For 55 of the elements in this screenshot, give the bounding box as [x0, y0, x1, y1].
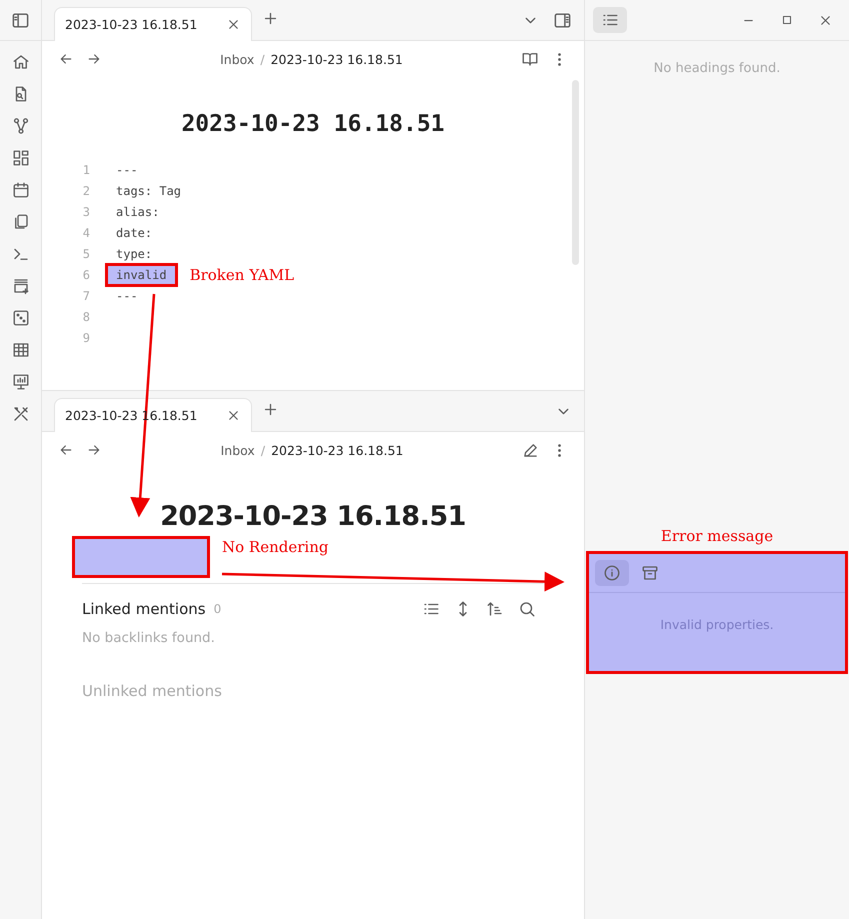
breadcrumb-separator: / [260, 442, 266, 458]
card-plus-icon[interactable] [12, 277, 30, 295]
sort-icon[interactable] [486, 600, 504, 618]
grid-icon[interactable] [12, 149, 30, 167]
home-icon[interactable] [12, 53, 30, 71]
graph-icon[interactable] [12, 117, 30, 135]
line-number: 7 [82, 288, 91, 302]
breadcrumb-file[interactable]: 2023-10-23 16.18.51 [270, 52, 403, 66]
line-number: 3 [82, 204, 91, 218]
error-message: Invalid properties. [659, 617, 775, 632]
breadcrumb-separator: / [260, 52, 265, 66]
line-number: 8 [82, 310, 91, 324]
panel-tab[interactable] [595, 560, 629, 586]
sidebar-toggle-icon[interactable] [11, 10, 30, 30]
archive-icon[interactable] [641, 564, 659, 582]
line-number: 6 [82, 268, 91, 282]
note-title: 2023-10-23 16.18.51 [180, 111, 446, 137]
calendar-icon[interactable] [12, 181, 30, 199]
dice-icon[interactable] [12, 309, 30, 327]
table-icon[interactable] [12, 341, 30, 359]
close-icon[interactable] [226, 17, 241, 32]
annotation-label: Broken YAML [190, 266, 294, 284]
code-line: alias: [116, 204, 160, 218]
pencil-icon[interactable] [522, 442, 539, 458]
breadcrumb-folder[interactable]: Inbox [220, 442, 255, 458]
breadcrumb-file[interactable]: 2023-10-23 16.18.51 [271, 442, 404, 458]
note-tab[interactable]: 2023-10-23 16.18.51 [54, 7, 252, 41]
scrollbar[interactable] [572, 80, 579, 265]
code-line: --- [116, 288, 138, 302]
note-title: 2023-10-23 16.18.51 [159, 501, 467, 532]
line-number: 1 [82, 162, 91, 176]
mention-count: 0 [214, 602, 222, 616]
tools-icon[interactable] [12, 405, 30, 423]
empty-message: No backlinks found. [81, 629, 216, 648]
search-icon[interactable] [518, 600, 536, 618]
code-line: --- [116, 162, 138, 176]
code-line: tags: Tag [116, 184, 182, 198]
presentation-icon[interactable] [12, 373, 30, 391]
section-title[interactable]: Linked mentions [82, 600, 206, 618]
tab-title: 2023-10-23 16.18.51 [65, 17, 198, 32]
code-line: type: [116, 246, 152, 260]
breadcrumb-folder[interactable]: Inbox [220, 52, 254, 66]
book-icon[interactable] [521, 50, 539, 68]
annotation-label: No Rendering [222, 538, 328, 556]
line-number: 9 [82, 330, 91, 344]
annotation-label: Error message [660, 527, 774, 545]
line-number: 5 [82, 246, 91, 260]
line-number: 2 [82, 184, 91, 198]
info-icon[interactable] [603, 564, 621, 582]
code-line: date: [116, 226, 152, 240]
sidebar-toggle-icon[interactable] [553, 10, 572, 30]
outline-button[interactable] [593, 7, 627, 33]
empty-message: No headings found. [652, 61, 782, 76]
close-icon[interactable] [226, 408, 241, 423]
line-number: 4 [82, 226, 91, 240]
